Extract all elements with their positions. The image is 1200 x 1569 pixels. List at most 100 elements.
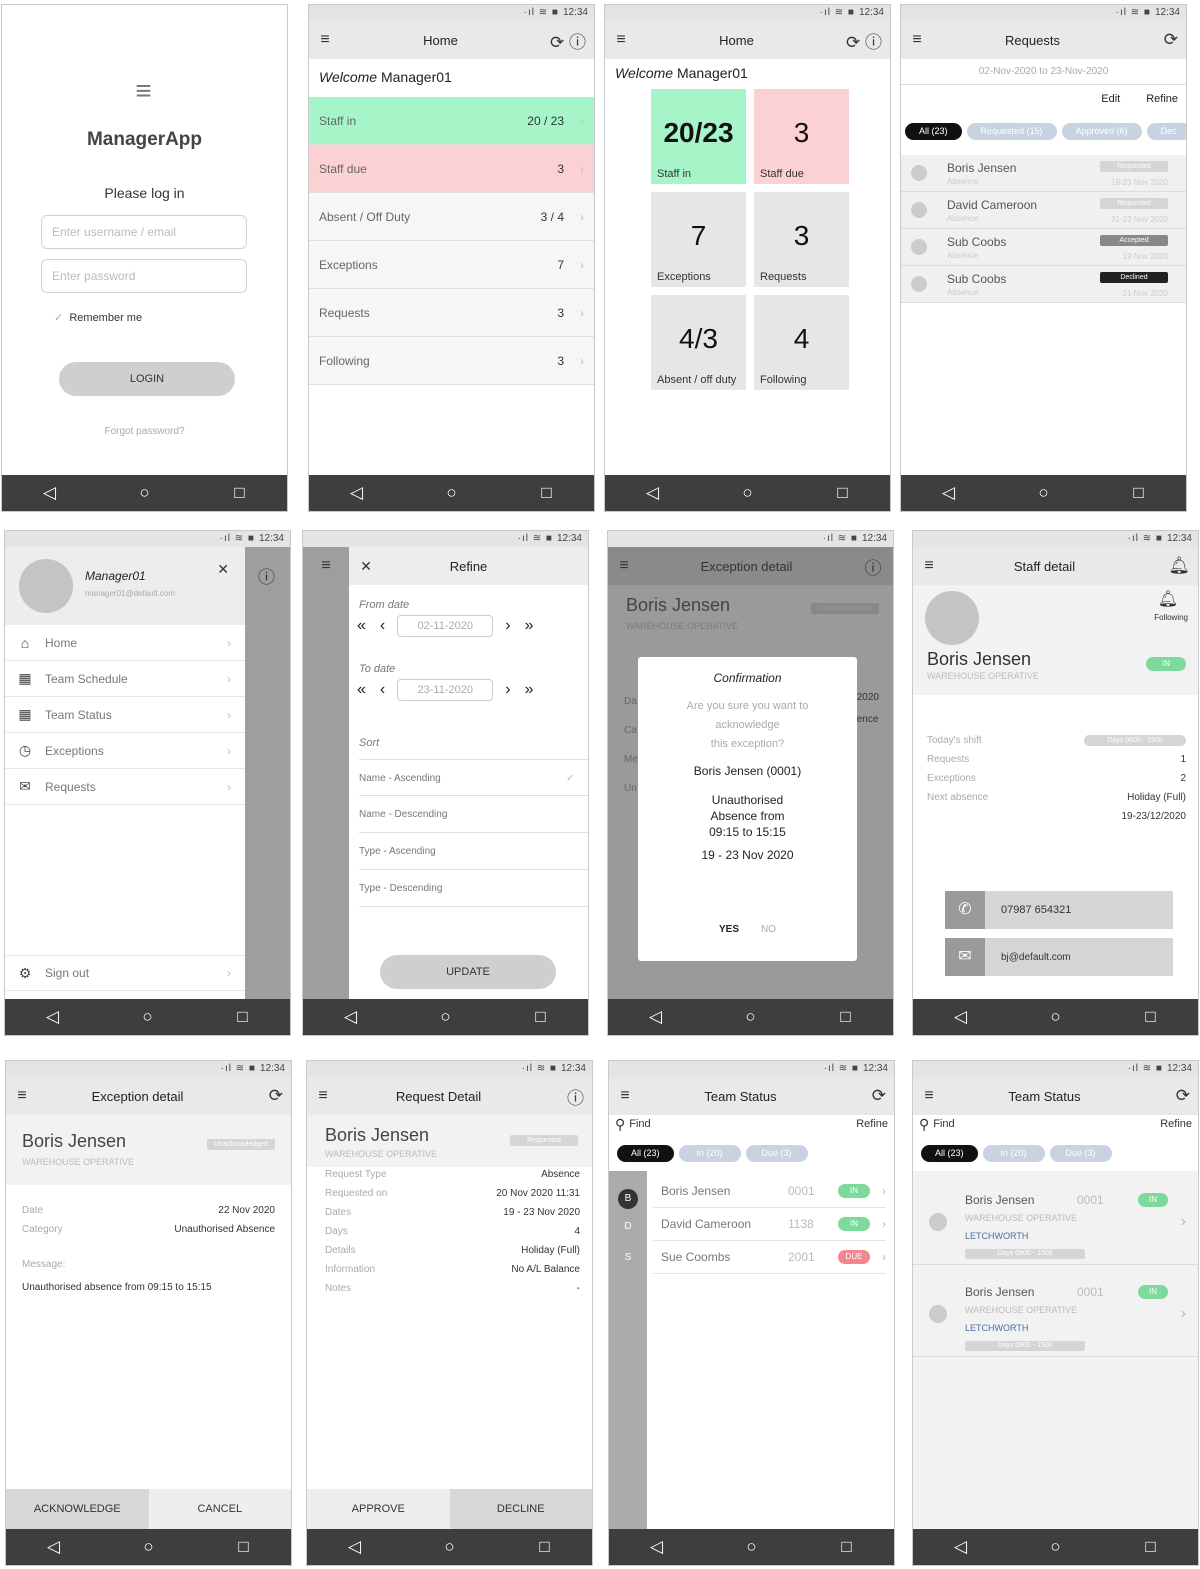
back-icon[interactable]: ◁ — [946, 1537, 976, 1557]
password-input[interactable]: Enter password — [41, 259, 247, 293]
back-icon[interactable]: ◁ — [336, 1007, 366, 1027]
list-item-absent[interactable]: Absent / Off Duty 3 / 4 › — [309, 193, 594, 241]
drawer-item-home[interactable]: ⌂ Home › — [5, 625, 245, 661]
staff-card[interactable]: Boris Jensen 0001 IN WAREHOUSE OPERATIVE… — [913, 1179, 1198, 1265]
back-icon[interactable]: ◁ — [342, 483, 372, 503]
search-icon[interactable]: ⚲ — [919, 1116, 929, 1133]
login-button[interactable]: LOGIN — [59, 362, 235, 396]
back-icon[interactable]: ◁ — [946, 1007, 976, 1027]
menu-icon[interactable]: ≡ — [307, 1087, 339, 1105]
home-icon[interactable]: ○ — [1029, 483, 1059, 503]
tile-following[interactable]: 4 Following — [754, 295, 849, 390]
decline-button[interactable]: DECLINE — [449, 1489, 592, 1529]
home-icon[interactable]: ○ — [130, 483, 160, 503]
back-icon[interactable]: ◁ — [35, 483, 65, 503]
chip-all[interactable]: All (23) — [905, 123, 962, 140]
recent-apps-icon[interactable]: □ — [832, 1537, 862, 1557]
from-date-input[interactable]: 02-11-2020 — [397, 615, 494, 637]
bell-icon[interactable]: 🔔︎ — [1168, 556, 1190, 575]
back-icon[interactable]: ◁ — [38, 1007, 68, 1027]
acknowledge-button[interactable]: ACKNOWLEDGE — [6, 1489, 149, 1529]
refresh-icon[interactable]: ⟳ — [846, 33, 860, 52]
home-icon[interactable]: ○ — [737, 1537, 767, 1557]
tile-absent[interactable]: 4/3 Absent / off duty — [651, 295, 746, 390]
list-item-requests[interactable]: Requests 3 › — [309, 289, 594, 337]
home-icon[interactable]: ○ — [437, 483, 467, 503]
chip-declined[interactable]: Dec — [1146, 123, 1186, 140]
menu-icon[interactable]: ≡ — [913, 1087, 945, 1105]
to-date-input[interactable]: 23-11-2020 — [397, 679, 494, 701]
chevron-left-icon[interactable]: ‹ — [380, 617, 385, 635]
home-icon[interactable]: ○ — [1041, 1537, 1071, 1557]
username-input[interactable]: Enter username / email — [41, 215, 247, 249]
menu-icon[interactable]: ≡ — [608, 557, 640, 575]
edit-button[interactable]: Edit — [1101, 93, 1120, 105]
recent-apps-icon[interactable]: □ — [831, 1007, 861, 1027]
home-icon[interactable]: ○ — [736, 1007, 766, 1027]
approve-button[interactable]: APPROVE — [307, 1489, 450, 1529]
yes-button[interactable]: YES — [719, 924, 739, 935]
sort-option[interactable]: Name - Ascending ✓ — [359, 759, 588, 796]
chip-due[interactable]: Due (3) — [1049, 1145, 1112, 1162]
home-icon[interactable]: ○ — [435, 1537, 465, 1557]
info-icon[interactable]: ⓘ — [853, 554, 893, 579]
back-icon[interactable]: ◁ — [934, 483, 964, 503]
follow-bell-icon[interactable]: 🔔︎ — [1158, 589, 1178, 609]
recent-apps-icon[interactable]: □ — [228, 1007, 258, 1027]
drawer-item-team-schedule[interactable]: ▦ Team Schedule › — [5, 661, 245, 697]
refresh-icon[interactable]: ⟳ — [872, 1086, 886, 1105]
remember-me-checkbox[interactable]: ✓ Remember me — [54, 311, 142, 324]
tile-staff-due[interactable]: 3 Staff due — [754, 89, 849, 184]
chip-approved[interactable]: Approved (6) — [1061, 123, 1142, 140]
double-chevron-left-icon[interactable]: « — [357, 617, 366, 635]
chip-due[interactable]: Due (3) — [745, 1145, 808, 1162]
alpha-letter[interactable]: S — [609, 1252, 647, 1263]
list-item[interactable]: Sub Coobs Absence Declined 21 Nov 2020 — [901, 266, 1186, 303]
tile-staff-in[interactable]: 20/23 Staff in — [651, 89, 746, 184]
sort-option[interactable]: Type - Descending — [359, 870, 588, 907]
refresh-icon[interactable]: ⟳ — [550, 33, 564, 52]
phone-contact[interactable]: ✆ 07987 654321 — [945, 891, 1173, 929]
refine-button[interactable]: Refine — [1146, 93, 1178, 105]
drawer-item-sign-out[interactable]: ⚙ Sign out › — [5, 955, 245, 991]
close-icon[interactable]: ✕ — [217, 561, 229, 578]
recent-apps-icon[interactable]: □ — [828, 483, 858, 503]
list-item-staff-due[interactable]: Staff due 3 › — [309, 145, 594, 193]
back-icon[interactable]: ◁ — [340, 1537, 370, 1557]
back-icon[interactable]: ◁ — [642, 1537, 672, 1557]
drawer-item-team-status[interactable]: ▦ Team Status › — [5, 697, 245, 733]
home-icon[interactable]: ○ — [134, 1537, 164, 1557]
list-item-following[interactable]: Following 3 › — [309, 337, 594, 385]
recent-apps-icon[interactable]: □ — [225, 483, 255, 503]
back-icon[interactable]: ◁ — [641, 1007, 671, 1027]
refresh-icon[interactable]: ⟳ — [269, 1086, 283, 1105]
info-icon[interactable]: ⓘ — [243, 563, 290, 588]
list-item-staff-in[interactable]: Staff in 20 / 23 › — [309, 97, 594, 145]
chip-all[interactable]: All (23) — [617, 1145, 674, 1162]
table-row[interactable]: Sue Coombs 2001 DUE › — [653, 1241, 886, 1274]
recent-apps-icon[interactable]: □ — [532, 483, 562, 503]
date-range[interactable]: 02-Nov-2020 to 23-Nov-2020 — [901, 59, 1186, 85]
double-chevron-right-icon[interactable]: » — [525, 617, 534, 635]
home-icon[interactable]: ○ — [733, 483, 763, 503]
no-button[interactable]: NO — [761, 924, 776, 935]
recent-apps-icon[interactable]: □ — [526, 1007, 556, 1027]
menu-icon[interactable]: ≡ — [913, 557, 945, 575]
search-input[interactable]: Find — [629, 1118, 856, 1130]
menu-icon[interactable]: ≡ — [901, 31, 933, 49]
cancel-button[interactable]: CANCEL — [148, 1489, 291, 1529]
list-item[interactable]: Boris Jensen Absence Requested 19-23 Nov 20… — [901, 155, 1186, 192]
drawer-item-exceptions[interactable]: ◷ Exceptions › — [5, 733, 245, 769]
refresh-icon[interactable]: ⟳ — [1164, 30, 1178, 49]
search-input[interactable]: Find — [933, 1118, 1160, 1130]
drawer-item-requests[interactable]: ✉ Requests › — [5, 769, 245, 805]
search-icon[interactable]: ⚲ — [615, 1116, 625, 1133]
chevron-right-icon[interactable]: › — [505, 681, 510, 699]
tile-requests[interactable]: 3 Requests — [754, 192, 849, 287]
chevron-left-icon[interactable]: ‹ — [380, 681, 385, 699]
back-icon[interactable]: ◁ — [638, 483, 668, 503]
menu-icon[interactable]: ≡ — [609, 1087, 641, 1105]
chip-in[interactable]: In (20) — [678, 1145, 741, 1162]
chevron-right-icon[interactable]: › — [505, 617, 510, 635]
list-item-exceptions[interactable]: Exceptions 7 › — [309, 241, 594, 289]
